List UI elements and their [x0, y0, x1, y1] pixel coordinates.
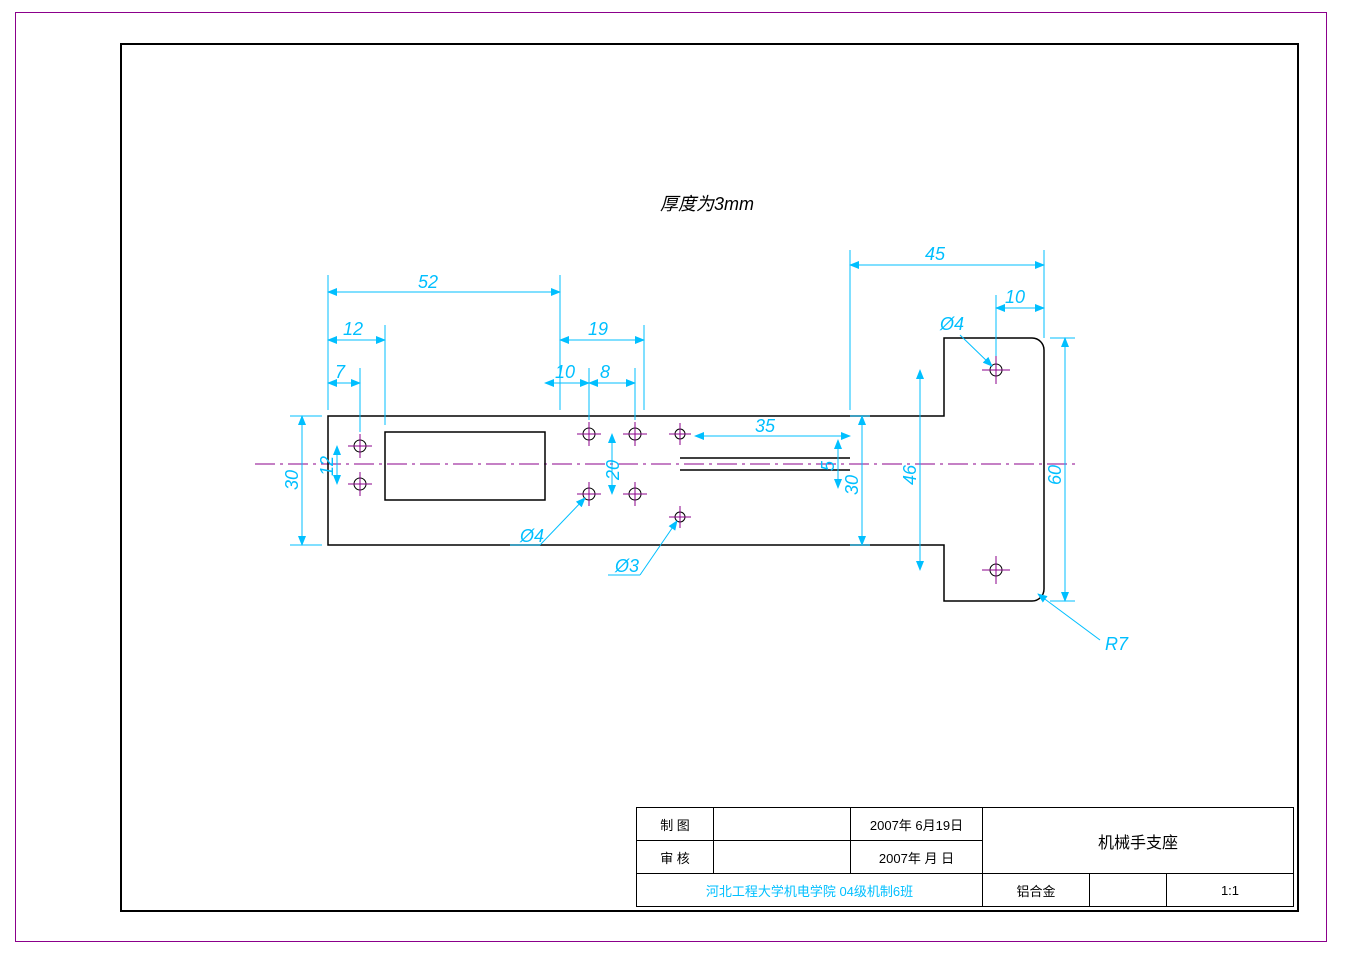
- slot-left: [385, 432, 545, 500]
- tb-draw-date: 2007年 6月19日: [851, 808, 983, 841]
- dim-60: 60: [1045, 465, 1065, 485]
- tb-title: 机械手支座: [983, 808, 1294, 874]
- tb-check-name: [714, 841, 851, 874]
- tb-school: 河北工程大学机电学院 04级机制6班: [637, 874, 983, 907]
- dim-10r: 10: [1005, 287, 1025, 307]
- dim-phi4-m: Ø4: [519, 526, 544, 546]
- dim-phi4-r: Ø4: [939, 314, 964, 334]
- thickness-note: 厚度为3mm: [660, 194, 754, 214]
- dim-phi3: Ø3: [614, 556, 639, 576]
- tb-material: 铝合金: [983, 874, 1090, 907]
- dim-46: 46: [900, 464, 920, 485]
- dim-30l: 30: [282, 470, 302, 490]
- dim-30r: 30: [842, 475, 862, 495]
- dim-7: 7: [335, 362, 346, 382]
- dim-8: 8: [600, 362, 610, 382]
- dim-r7: R7: [1105, 634, 1129, 654]
- dim-5: 5: [818, 460, 838, 471]
- dim-10m: 10: [555, 362, 575, 382]
- dim-52: 52: [418, 272, 438, 292]
- dim-19: 19: [588, 319, 608, 339]
- dim-12: 12: [343, 319, 363, 339]
- dim-12v: 12: [317, 456, 337, 476]
- tb-check-date: 2007年 月 日: [851, 841, 983, 874]
- tb-draw-name: [714, 808, 851, 841]
- dim-45: 45: [925, 244, 946, 264]
- tb-check-label: 审 核: [637, 841, 714, 874]
- tb-draw-label: 制 图: [637, 808, 714, 841]
- dim-20: 20: [603, 460, 623, 481]
- tb-blank: [1090, 874, 1167, 907]
- tb-scale: 1:1: [1167, 874, 1294, 907]
- dim-35: 35: [755, 416, 776, 436]
- title-block: 制 图 2007年 6月19日 机械手支座 审 核 2007年 月 日 河北工程…: [636, 807, 1294, 907]
